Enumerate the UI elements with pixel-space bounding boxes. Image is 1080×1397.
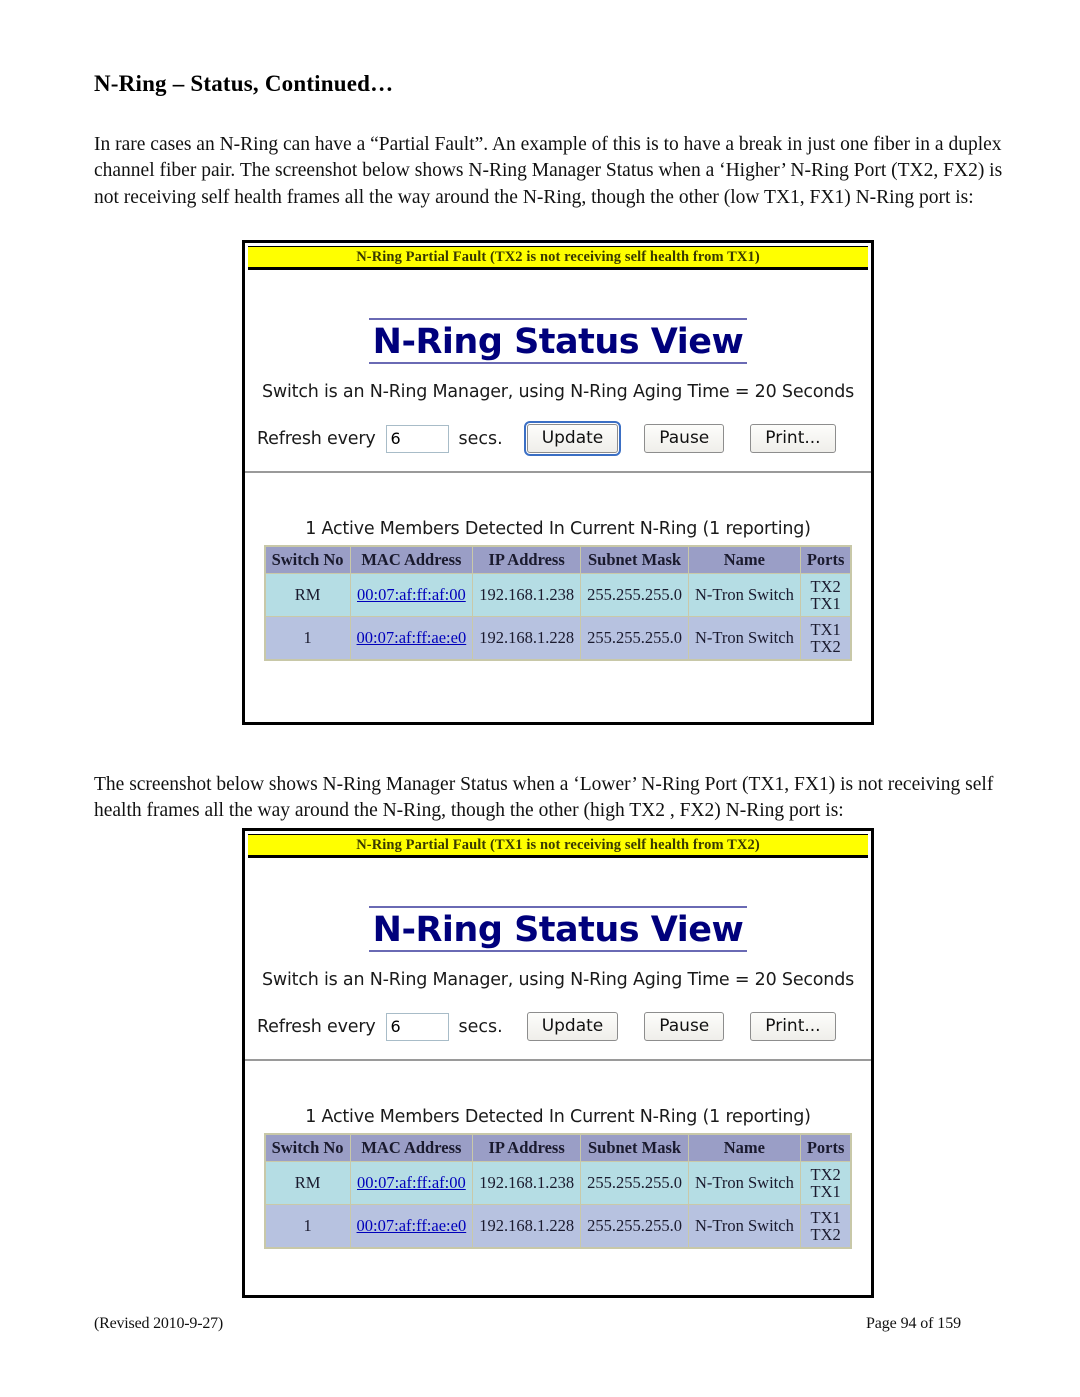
cell-subnet-mask: 255.255.255.0: [580, 573, 689, 617]
cell-ports: TX1 TX2: [799, 616, 852, 661]
ring-members-table-2: Switch No MAC Address IP Address Subnet …: [263, 1133, 853, 1249]
section-divider-2: [245, 1059, 871, 1061]
refresh-controls-row-2: Refresh every secs. Update Pause Print..…: [245, 1012, 871, 1041]
refresh-every-label-2: Refresh every: [257, 1016, 376, 1037]
page-footer: (Revised 2010-9-27) Page 94 of 159: [94, 1315, 1019, 1333]
pause-button-2[interactable]: Pause: [644, 1012, 725, 1041]
ring-members-table-1: Switch No MAC Address IP Address Subnet …: [263, 545, 853, 661]
screenshot-figure-2: N-Ring Partial Fault (TX1 is not receivi…: [242, 828, 874, 1298]
refresh-interval-input-2[interactable]: [385, 1012, 449, 1041]
seconds-label-1: secs.: [458, 428, 503, 449]
port-upper: TX2: [810, 1165, 841, 1184]
port-lower: TX1: [810, 1182, 841, 1201]
nring-status-view-panel-1: N-Ring Status View Switch is an N-Ring M…: [245, 270, 871, 719]
col-switch-no: Switch No: [264, 1133, 351, 1162]
active-members-caption-2: 1 Active Members Detected In Current N-R…: [305, 1107, 811, 1127]
refresh-every-label-1: Refresh every: [257, 428, 376, 449]
cell-subnet-mask: 255.255.255.0: [580, 616, 689, 661]
section-divider-1: [245, 471, 871, 473]
cell-ip-address: 192.168.1.228: [472, 616, 582, 661]
table-header-row: Switch No MAC Address IP Address Subnet …: [264, 1133, 852, 1162]
mac-address-link[interactable]: 00:07:af:ff:af:00: [357, 585, 466, 604]
col-mac-address: MAC Address: [349, 545, 474, 574]
body-paragraph-2: The screenshot below shows N-Ring Manage…: [94, 773, 994, 822]
cell-mac-address: 00:07:af:ff:af:00: [349, 573, 474, 617]
col-ip-address: IP Address: [472, 545, 582, 574]
nring-status-view-title-1: N-Ring Status View: [368, 318, 748, 364]
port-upper: TX1: [810, 1208, 841, 1227]
mac-address-link[interactable]: 00:07:af:ff:ae:e0: [357, 1216, 467, 1235]
mac-address-link[interactable]: 00:07:af:ff:af:00: [357, 1173, 466, 1192]
cell-ip-address: 192.168.1.228: [472, 1204, 582, 1249]
col-subnet-mask: Subnet Mask: [580, 545, 689, 574]
refresh-controls-row-1: Refresh every secs. Update Pause Print..…: [245, 421, 871, 456]
refresh-interval-input-1[interactable]: [385, 424, 449, 453]
port-lower: TX2: [810, 637, 841, 656]
nring-title-container-2: N-Ring Status View: [245, 858, 871, 952]
screenshot-figure-1: N-Ring Partial Fault (TX2 is not receivi…: [242, 240, 874, 725]
cell-switch-no: 1: [264, 1204, 351, 1249]
port-lower: TX2: [810, 1225, 841, 1244]
active-members-caption-1: 1 Active Members Detected In Current N-R…: [305, 519, 811, 539]
cell-ports: TX2 TX1: [799, 573, 852, 617]
col-ports: Ports: [799, 1133, 852, 1162]
cell-subnet-mask: 255.255.255.0: [580, 1204, 689, 1249]
document-page: N-Ring – Status, Continued… In rare case…: [0, 0, 1080, 1397]
cell-name: N-Tron Switch: [687, 573, 801, 617]
cell-ip-address: 192.168.1.238: [472, 1161, 582, 1205]
nring-title-container-1: N-Ring Status View: [245, 270, 871, 364]
cell-mac-address: 00:07:af:ff:ae:e0: [349, 1204, 474, 1249]
page-title: N-Ring – Status, Continued…: [94, 71, 394, 97]
pause-button-1[interactable]: Pause: [644, 424, 725, 453]
table-row: RM 00:07:af:ff:af:00 192.168.1.238 255.2…: [264, 1161, 852, 1205]
cell-switch-no: RM: [264, 573, 351, 617]
print-button-2[interactable]: Print...: [750, 1012, 836, 1041]
cell-ip-address: 192.168.1.238: [472, 573, 582, 617]
nring-manager-subtitle-1: Switch is an N-Ring Manager, using N-Rin…: [261, 382, 855, 402]
nring-status-view-panel-2: N-Ring Status View Switch is an N-Ring M…: [245, 858, 871, 1292]
cell-name: N-Tron Switch: [687, 1161, 801, 1205]
col-name: Name: [687, 545, 801, 574]
revision-label: (Revised 2010-9-27): [94, 1315, 224, 1332]
cell-mac-address: 00:07:af:ff:af:00: [349, 1161, 474, 1205]
update-button-1[interactable]: Update: [523, 421, 622, 456]
nring-manager-subtitle-2: Switch is an N-Ring Manager, using N-Rin…: [261, 970, 855, 990]
col-name: Name: [687, 1133, 801, 1162]
table-row: RM 00:07:af:ff:af:00 192.168.1.238 255.2…: [264, 573, 852, 617]
table-row: 1 00:07:af:ff:ae:e0 192.168.1.228 255.25…: [264, 616, 852, 661]
body-paragraph-1: In rare cases an N-Ring can have a “Part…: [94, 133, 1003, 208]
partial-fault-banner-2: N-Ring Partial Fault (TX1 is not receivi…: [248, 834, 868, 858]
cell-name: N-Tron Switch: [687, 1204, 801, 1249]
table-header-row: Switch No MAC Address IP Address Subnet …: [264, 545, 852, 574]
cell-switch-no: RM: [264, 1161, 351, 1205]
col-ip-address: IP Address: [472, 1133, 582, 1162]
update-button-2[interactable]: Update: [526, 1012, 619, 1041]
print-button-1[interactable]: Print...: [750, 424, 836, 453]
nring-status-view-title-2: N-Ring Status View: [368, 906, 748, 952]
cell-subnet-mask: 255.255.255.0: [580, 1161, 689, 1205]
table-row: 1 00:07:af:ff:ae:e0 192.168.1.228 255.25…: [264, 1204, 852, 1249]
seconds-label-2: secs.: [458, 1016, 503, 1037]
partial-fault-banner-1: N-Ring Partial Fault (TX2 is not receivi…: [248, 246, 868, 270]
col-mac-address: MAC Address: [349, 1133, 474, 1162]
col-switch-no: Switch No: [264, 545, 351, 574]
page-number-label: Page 94 of 159: [865, 1315, 961, 1332]
col-ports: Ports: [799, 545, 852, 574]
col-subnet-mask: Subnet Mask: [580, 1133, 689, 1162]
port-upper: TX2: [810, 577, 841, 596]
port-lower: TX1: [810, 594, 841, 613]
port-upper: TX1: [810, 620, 841, 639]
cell-switch-no: 1: [264, 616, 351, 661]
cell-ports: TX1 TX2: [799, 1204, 852, 1249]
mac-address-link[interactable]: 00:07:af:ff:ae:e0: [357, 628, 467, 647]
cell-name: N-Tron Switch: [687, 616, 801, 661]
cell-mac-address: 00:07:af:ff:ae:e0: [349, 616, 474, 661]
cell-ports: TX2 TX1: [799, 1161, 852, 1205]
